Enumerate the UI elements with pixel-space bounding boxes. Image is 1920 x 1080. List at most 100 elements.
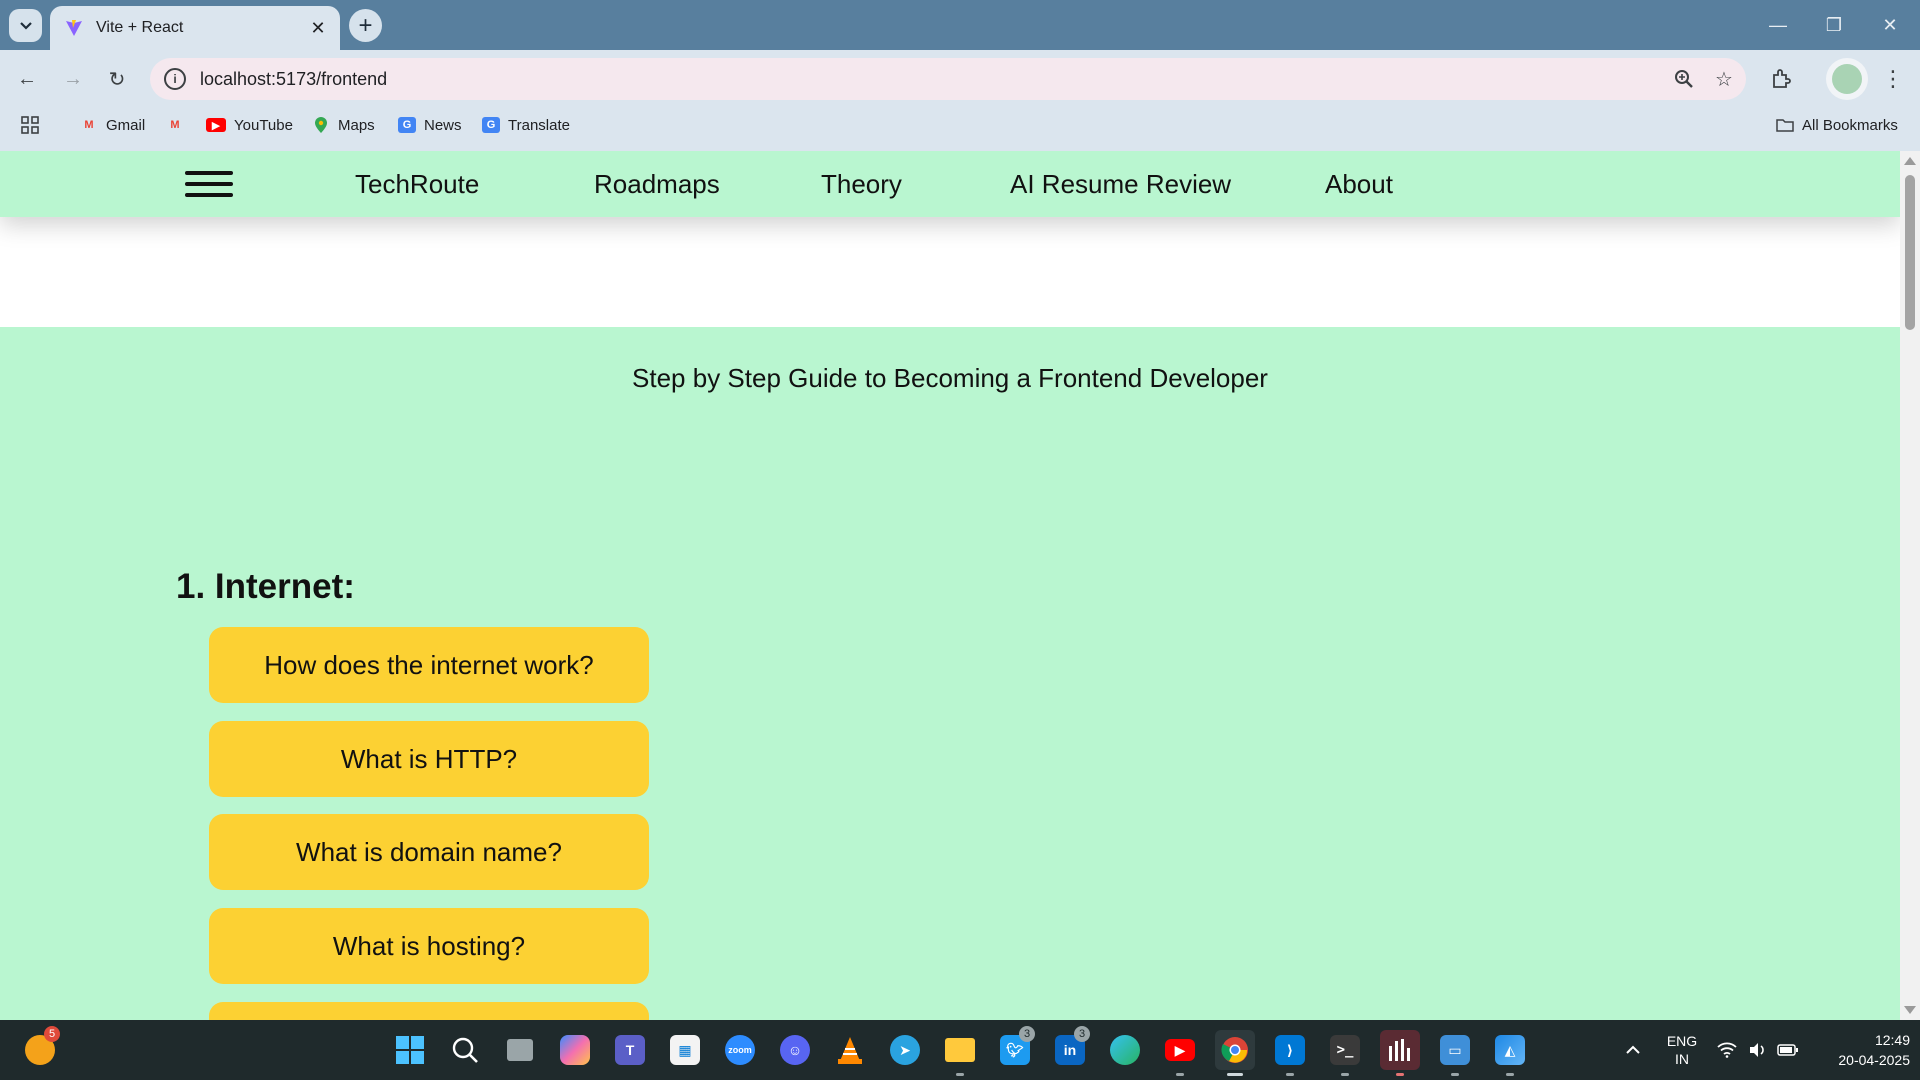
audio-app-button[interactable] (1380, 1030, 1420, 1076)
profile-avatar[interactable] (1826, 58, 1868, 100)
scroll-thumb[interactable] (1905, 175, 1915, 330)
clock-date: 20-04-2025 (1838, 1052, 1910, 1068)
bookmark-youtube[interactable]: ▶ YouTube (206, 107, 293, 143)
news-icon: G (398, 117, 416, 133)
vlc-button[interactable] (830, 1030, 870, 1070)
question-button-partial[interactable] (209, 1002, 649, 1020)
url-input[interactable] (198, 67, 1666, 91)
zoom-button[interactable]: zoom (720, 1030, 760, 1070)
volume-icon[interactable] (1742, 1020, 1772, 1080)
browser-menu-icon[interactable]: ⋮ (1876, 62, 1910, 96)
clock-time: 12:49 (1874, 1032, 1910, 1048)
bookmark-star-icon[interactable]: ☆ (1706, 61, 1742, 97)
page-scrollbar[interactable] (1900, 151, 1920, 1020)
folder-icon (1776, 117, 1794, 133)
nav-theory[interactable]: Theory (821, 151, 902, 217)
chrome-button[interactable] (1215, 1030, 1255, 1076)
running-indicator (1451, 1073, 1459, 1076)
zoom-icon[interactable] (1666, 61, 1702, 97)
search-button[interactable] (445, 1030, 485, 1070)
minimize-icon[interactable]: — (1750, 0, 1806, 50)
start-button[interactable] (390, 1030, 430, 1070)
teams-button[interactable]: T (610, 1030, 650, 1070)
discord-button[interactable]: ☺ (775, 1030, 815, 1070)
nav-about[interactable]: About (1325, 151, 1393, 217)
question-button-http[interactable]: What is HTTP? (209, 721, 649, 797)
linkedin-button[interactable]: in 3 (1050, 1026, 1090, 1070)
hamburger-menu-icon[interactable] (185, 171, 235, 199)
question-button-domain-name[interactable]: What is domain name? (209, 814, 649, 890)
photos-icon: ◭ (1495, 1035, 1525, 1065)
browser-tab[interactable]: Vite + React ✕ (50, 6, 340, 50)
avatar (1832, 64, 1862, 94)
running-indicator (1176, 1073, 1184, 1076)
forward-icon[interactable]: → (56, 62, 90, 96)
youtube-icon: ▶ (206, 118, 226, 132)
edge-button[interactable] (1105, 1030, 1145, 1070)
edge-icon (1110, 1035, 1140, 1065)
wifi-icon[interactable] (1712, 1020, 1742, 1080)
restore-icon[interactable]: ❐ (1806, 0, 1862, 50)
terminal-button[interactable]: >_ (1325, 1030, 1365, 1076)
youtube-app-button[interactable]: ▶ (1160, 1030, 1200, 1076)
bookmark-maps[interactable]: Maps (312, 107, 375, 143)
teams-icon: T (615, 1035, 645, 1065)
tab-title: Vite + React (96, 19, 184, 36)
back-icon[interactable]: ← (10, 62, 44, 96)
new-tab-button[interactable]: + (349, 9, 382, 42)
running-indicator (1341, 1073, 1349, 1076)
copilot-button[interactable] (555, 1030, 595, 1070)
remote-desktop-icon: ▭ (1440, 1035, 1470, 1065)
address-bar[interactable]: i ☆ (150, 58, 1746, 100)
widgets-button[interactable]: 5 (20, 1026, 60, 1070)
extensions-icon[interactable] (1764, 62, 1798, 96)
page-viewport: TechRoute Roadmaps Theory AI Resume Revi… (0, 151, 1900, 1020)
store-icon: ▦ (670, 1035, 700, 1065)
store-button[interactable]: ▦ (665, 1030, 705, 1070)
bookmark-gmail[interactable]: M Gmail (80, 107, 145, 143)
chrome-icon (1221, 1037, 1248, 1063)
tab-search-button[interactable] (9, 9, 42, 42)
discord-icon: ☺ (780, 1035, 810, 1065)
brand-logo-link[interactable]: TechRoute (355, 151, 479, 217)
tab-close-icon[interactable]: ✕ (306, 16, 330, 40)
photos-button[interactable]: ◭ (1490, 1030, 1530, 1076)
reload-icon[interactable]: ↻ (100, 62, 134, 96)
question-button-hosting[interactable]: What is hosting? (209, 908, 649, 984)
maps-pin-icon (312, 117, 330, 133)
telegram-button[interactable]: ➤ (885, 1030, 925, 1070)
close-window-icon[interactable]: ✕ (1862, 0, 1918, 50)
show-hidden-icons-button[interactable] (1615, 1020, 1651, 1080)
bookmark-translate[interactable]: G Translate (482, 107, 570, 143)
windows-logo-icon (396, 1036, 424, 1064)
clock[interactable]: 12:49 20-04-2025 (1810, 1020, 1910, 1080)
terminal-icon: >_ (1330, 1035, 1360, 1065)
browser-tab-strip: Vite + React ✕ + — ❐ ✕ (0, 0, 1920, 50)
gmail-icon: M (84, 119, 94, 131)
apps-grid-icon[interactable] (20, 107, 40, 143)
nav-roadmaps[interactable]: Roadmaps (594, 151, 720, 217)
battery-icon[interactable] (1772, 1020, 1804, 1080)
linkedin-badge: 3 (1074, 1026, 1090, 1042)
bookmark-gmail-2[interactable]: M (166, 107, 192, 143)
telegram-icon: ➤ (890, 1035, 920, 1065)
equalizer-icon (1389, 1039, 1410, 1061)
bookmark-news[interactable]: G News (398, 107, 462, 143)
folder-icon (945, 1038, 975, 1062)
all-bookmarks-button[interactable]: All Bookmarks (1776, 107, 1898, 143)
running-indicator (1286, 1073, 1294, 1076)
file-explorer-button[interactable] (940, 1030, 980, 1076)
twitter-button[interactable]: 🐦︎ 3 (995, 1026, 1035, 1070)
remote-desktop-button[interactable]: ▭ (1435, 1030, 1475, 1076)
copilot-icon (560, 1035, 590, 1065)
vscode-button[interactable]: ⟩ (1270, 1030, 1310, 1076)
question-button-internet-work[interactable]: How does the internet work? (209, 627, 649, 703)
scroll-up-icon[interactable] (1904, 157, 1916, 165)
youtube-icon: ▶ (1165, 1039, 1195, 1061)
scroll-down-icon[interactable] (1904, 1006, 1916, 1014)
task-view-button[interactable] (500, 1030, 540, 1070)
nav-ai-resume-review[interactable]: AI Resume Review (1010, 151, 1231, 217)
language-indicator[interactable]: ENG IN (1660, 1020, 1704, 1080)
site-navbar: TechRoute Roadmaps Theory AI Resume Revi… (0, 151, 1900, 217)
site-info-icon[interactable]: i (164, 68, 186, 90)
